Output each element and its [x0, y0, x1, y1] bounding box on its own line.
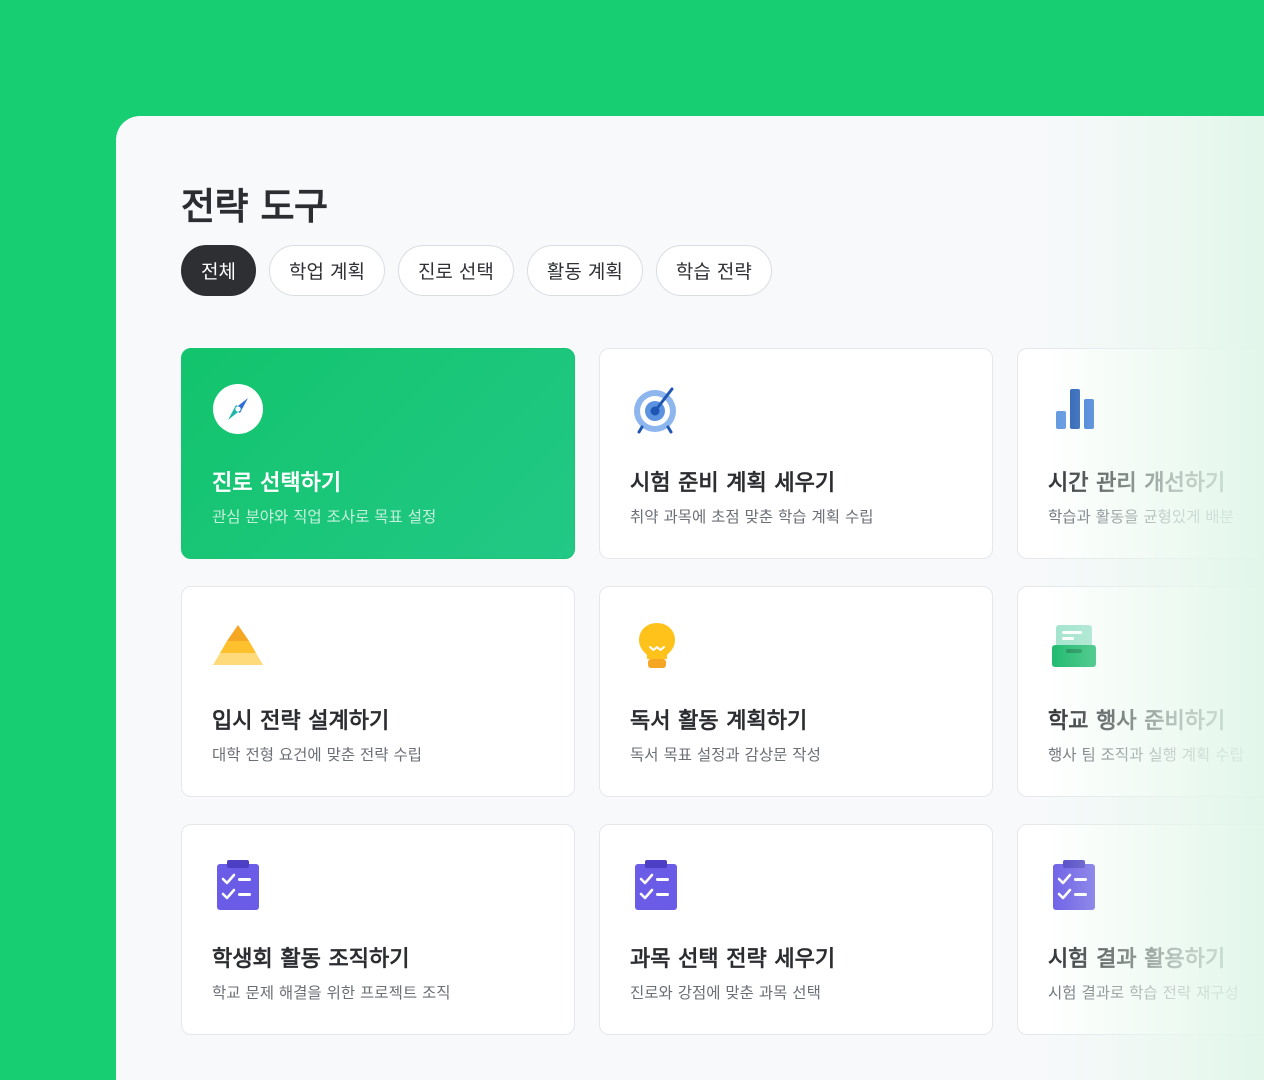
- filter-chip-academic-plan[interactable]: 학업 계획: [268, 245, 385, 296]
- card-title: 학교 행사 준비하기: [1048, 709, 1226, 734]
- card-description: 관심 분야와 직업 조사로 목표 설정: [212, 508, 437, 526]
- card-description: 취약 과목에 초점 맞춘 학습 계획 수립: [630, 508, 874, 526]
- filter-chip-study-strategy[interactable]: 학습 전략: [655, 245, 772, 296]
- card-description: 시험 결과로 학습 전략 재구성: [1048, 984, 1239, 1002]
- card-exam-prep-plan[interactable]: 시험 준비 계획 세우기 취약 과목에 초점 맞춘 학습 계획 수립: [599, 348, 993, 559]
- page-title: 전략 도구: [181, 185, 328, 228]
- card-title: 입시 전략 설계하기: [212, 709, 390, 734]
- card-subject-selection[interactable]: 과목 선택 전략 세우기 진로와 강점에 맞춘 과목 선택: [599, 824, 993, 1035]
- clipboard-checklist-icon: [212, 859, 268, 915]
- clipboard-checklist-icon: [630, 859, 686, 915]
- inbox-tray-icon: [1048, 621, 1104, 677]
- card-career-choice[interactable]: 진로 선택하기 관심 분야와 직업 조사로 목표 설정: [181, 348, 575, 559]
- card-reading-plan[interactable]: 독서 활동 계획하기 독서 목표 설정과 감상문 작성: [599, 586, 993, 797]
- filter-chip-all[interactable]: 전체: [181, 245, 256, 296]
- compass-icon: [212, 383, 268, 439]
- strategy-tools-panel: 전략 도구 전체 학업 계획 진로 선택 활동 계획 학습 전략 진로 선택하기…: [116, 116, 1264, 1080]
- card-title: 시간 관리 개선하기: [1048, 471, 1226, 496]
- card-title: 학생회 활동 조직하기: [212, 947, 410, 972]
- card-title: 시험 준비 계획 세우기: [630, 471, 836, 496]
- clipboard-checklist-icon: [1048, 859, 1104, 915]
- filter-chip-career[interactable]: 진로 선택: [397, 245, 514, 296]
- filter-chips: 전체 학업 계획 진로 선택 활동 계획 학습 전략: [181, 245, 772, 296]
- card-admission-strategy[interactable]: 입시 전략 설계하기 대학 전형 요건에 맞춘 전략 수립: [181, 586, 575, 797]
- card-description: 독서 목표 설정과 감상문 작성: [630, 746, 821, 764]
- card-title: 진로 선택하기: [212, 471, 342, 496]
- filter-chip-activity-plan[interactable]: 활동 계획: [526, 245, 643, 296]
- target-icon: [630, 383, 686, 439]
- card-student-council[interactable]: 학생회 활동 조직하기 학교 문제 해결을 위한 프로젝트 조직: [181, 824, 575, 1035]
- card-description: 학교 문제 해결을 위한 프로젝트 조직: [212, 984, 451, 1002]
- card-description: 학습과 활동을 균형있게 배분: [1048, 508, 1234, 526]
- card-time-management[interactable]: 시간 관리 개선하기 학습과 활동을 균형있게 배분: [1017, 348, 1264, 559]
- pyramid-icon: [212, 621, 268, 677]
- card-title: 독서 활동 계획하기: [630, 709, 808, 734]
- card-description: 진로와 강점에 맞춘 과목 선택: [630, 984, 821, 1002]
- bar-chart-icon: [1048, 383, 1104, 439]
- card-title: 과목 선택 전략 세우기: [630, 947, 836, 972]
- card-title: 시험 결과 활용하기: [1048, 947, 1226, 972]
- card-description: 행사 팀 조직과 실행 계획 수립: [1048, 746, 1244, 764]
- card-school-event[interactable]: 학교 행사 준비하기 행사 팀 조직과 실행 계획 수립: [1017, 586, 1264, 797]
- card-exam-results[interactable]: 시험 결과 활용하기 시험 결과로 학습 전략 재구성: [1017, 824, 1264, 1035]
- lightbulb-icon: [630, 621, 686, 677]
- card-description: 대학 전형 요건에 맞춘 전략 수립: [212, 746, 423, 764]
